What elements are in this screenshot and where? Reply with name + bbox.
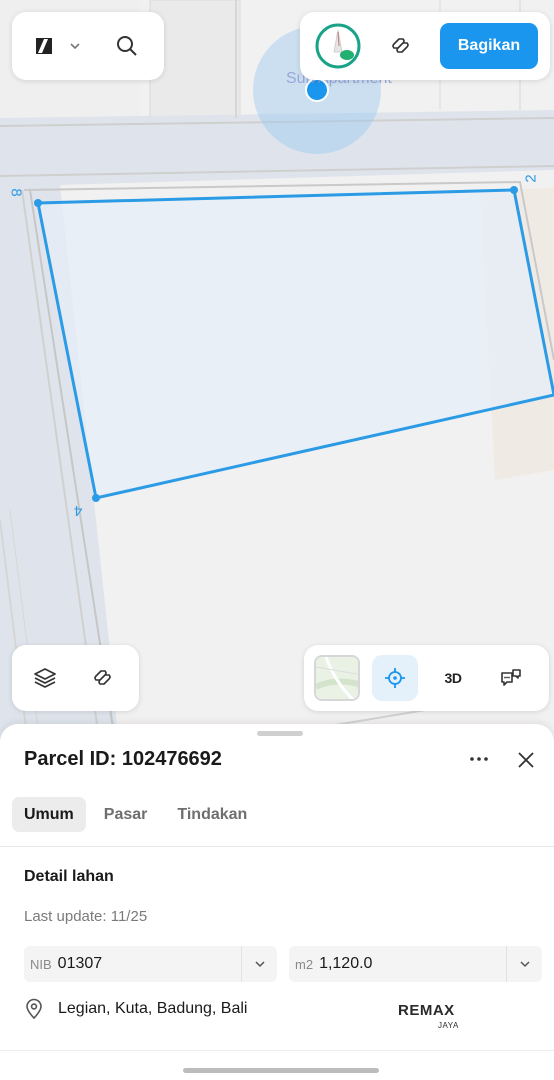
remax-sub: JAYA	[438, 1021, 459, 1030]
feedback-button[interactable]	[488, 655, 534, 701]
area-field[interactable]: m2 1,120.0	[289, 946, 542, 982]
parcel-title: Parcel ID: 102476692	[24, 748, 222, 770]
measure-button[interactable]	[378, 23, 424, 69]
last-update-text: Last update: 11/25	[24, 908, 148, 925]
close-icon	[518, 752, 534, 768]
measure-tool-button[interactable]	[80, 655, 126, 701]
sheet-tabs: Umum Pasar Tindakan	[12, 797, 259, 832]
address-row: Legian, Kuta, Badung, Bali	[24, 998, 247, 1020]
area-dropdown[interactable]	[506, 946, 542, 982]
nib-dropdown[interactable]	[241, 946, 277, 982]
basemap-thumbnail[interactable]	[314, 655, 360, 701]
map-thumbnail-icon	[316, 657, 358, 699]
area-value: 1,120.0	[319, 955, 373, 972]
compass-icon	[315, 23, 361, 69]
layers-icon	[34, 668, 56, 688]
location-pin-icon	[26, 998, 42, 1020]
remax-logo: REMAX JAYA	[398, 1002, 468, 1032]
3d-toggle-button[interactable]: 3D	[430, 655, 476, 701]
share-button[interactable]: Bagikan	[440, 23, 538, 69]
search-icon	[117, 36, 137, 56]
parcel-vertex	[510, 186, 518, 194]
nib-value: 01307	[57, 955, 103, 972]
vertex-label: 8	[7, 188, 25, 197]
map-tools-right: 3D	[304, 645, 549, 711]
tab-tindakan[interactable]: Tindakan	[165, 797, 259, 832]
more-horizontal-icon	[470, 757, 488, 761]
nib-field[interactable]: NIB 01307	[24, 946, 277, 982]
3d-label: 3D	[444, 670, 462, 686]
tabs-divider	[0, 846, 554, 847]
crosshair-icon	[385, 668, 405, 688]
map-tools-left	[12, 645, 139, 711]
search-button[interactable]	[104, 23, 150, 69]
more-options-button[interactable]	[462, 744, 496, 774]
remax-brand: REMAX	[398, 1002, 455, 1019]
chevron-down-icon	[70, 43, 80, 50]
nib-label: NIB	[30, 956, 52, 972]
area-label: m2	[295, 956, 314, 972]
tab-pasar[interactable]: Pasar	[92, 797, 160, 832]
vertex-label: 4	[74, 502, 83, 519]
parcel-vertex	[34, 199, 42, 207]
home-indicator[interactable]	[183, 1068, 379, 1073]
chat-feedback-icon	[501, 669, 521, 686]
top-right-toolbar: Bagikan	[300, 12, 550, 80]
app-logo-icon	[36, 38, 52, 54]
chevron-down-icon	[254, 961, 265, 968]
measure-icon	[94, 670, 111, 685]
vertex-label: 2	[522, 174, 540, 183]
locate-me-button[interactable]	[372, 655, 418, 701]
top-left-toolbar	[12, 12, 164, 80]
section-title: Detail lahan	[24, 868, 114, 885]
layers-button[interactable]	[22, 655, 68, 701]
address-text: Legian, Kuta, Badung, Bali	[58, 1000, 248, 1017]
app-menu-button[interactable]	[22, 23, 92, 69]
bottom-divider	[0, 1050, 554, 1051]
measure-icon	[392, 38, 409, 53]
compass-button[interactable]	[310, 18, 366, 74]
sheet-drag-handle[interactable]	[257, 731, 303, 736]
close-button[interactable]	[510, 744, 542, 776]
parcel-vertex	[92, 494, 100, 502]
tab-umum[interactable]: Umum	[12, 797, 86, 832]
parcel-bottom-sheet: Parcel ID: 102476692 Umum Pasar Tindakan…	[0, 724, 554, 1080]
chevron-down-icon	[519, 961, 530, 968]
